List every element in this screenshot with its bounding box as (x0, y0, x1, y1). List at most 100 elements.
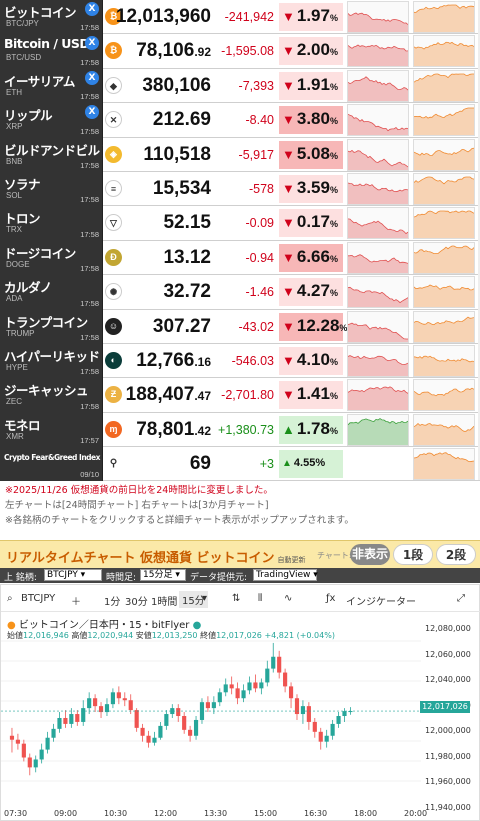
chart-3m[interactable] (413, 69, 475, 102)
x-share-icon[interactable]: X (85, 2, 99, 16)
chart-24h[interactable] (347, 69, 409, 102)
candle (39, 749, 44, 760)
x-share-icon[interactable]: X (85, 105, 99, 120)
chart-controls: 上 銘柄: BTCJPY ▾ 時間足: 15分足 ▾ データ提供元: Tradi… (0, 568, 480, 583)
coin-name-cell[interactable]: ソラナ SOL 17:58 (0, 171, 103, 207)
solana-icon: ≡ (105, 179, 122, 197)
search-icon[interactable]: ⌕ (7, 593, 13, 604)
add-icon[interactable]: ＋ (71, 593, 81, 608)
chart-3m[interactable] (413, 138, 475, 171)
interval-30m[interactable]: 30分 (125, 593, 148, 608)
indicators-button[interactable]: インジケーター (346, 593, 416, 608)
candle (288, 686, 294, 699)
y-tick-label: 12,060,000 (425, 649, 471, 659)
chart-3m[interactable] (413, 379, 475, 412)
coin-name-cell[interactable]: Bitcoin / USD X BTC/USD 17:58 (0, 34, 103, 69)
x-share-icon[interactable]: X (85, 70, 99, 85)
update-time: 17:58 (80, 367, 99, 377)
chart-3m[interactable] (413, 241, 475, 274)
coin-name-cell[interactable]: イーサリアム X ETH 17:58 (0, 68, 103, 104)
price: 380,106 (142, 74, 211, 96)
price: 12,766.16 (136, 349, 211, 371)
candle (182, 716, 187, 730)
price: 212.69 (152, 109, 211, 131)
chart-3m[interactable] (413, 172, 475, 205)
chart-3m[interactable] (413, 104, 475, 137)
indicators-icon[interactable]: ƒx (326, 593, 335, 604)
chart-3m[interactable] (413, 1, 475, 33)
price: 15,534 (152, 177, 211, 199)
update-time: 17:58 (80, 92, 99, 102)
chart-24h[interactable] (347, 35, 409, 68)
provider-select[interactable]: TradingView ▾ (253, 569, 318, 581)
coin-name-cell[interactable]: ドージコイン DOGE 17:58 (0, 240, 103, 276)
chart-3m[interactable] (413, 276, 475, 309)
down-arrow-icon: ▼ (282, 318, 295, 334)
toolbar-symbol[interactable]: BTCJPY (21, 593, 55, 604)
chart-3m[interactable] (413, 35, 475, 68)
coin-name-cell[interactable]: リップル X XRP 17:58 (0, 103, 103, 138)
chart-24h[interactable] (347, 1, 409, 33)
coin-name-cell[interactable]: ジーキャッシュ ZEC 17:58 (0, 378, 103, 413)
gauge-icon: ⚲ (109, 458, 118, 470)
y-tick-label: 12,000,000 (425, 726, 471, 735)
chart-24h[interactable] (347, 138, 409, 171)
chart-3m[interactable] (413, 310, 475, 343)
rate-row: カルダノ ADA 17:58 ✺ 32.72 -1.46 ▼ 4.27% (0, 275, 480, 310)
two-row-button[interactable]: 2段 (436, 544, 476, 565)
symbol-select[interactable]: BTCJPY ▾ (44, 569, 102, 581)
coin-ticker: TRX (6, 225, 22, 235)
fullscreen-icon[interactable]: ⤢ (457, 593, 465, 604)
coin-name-cell[interactable]: ハイパーリキッド HYPE 17:58 (0, 343, 103, 379)
hide-button[interactable]: 非表示 (350, 544, 390, 565)
chart-24h[interactable] (347, 104, 409, 137)
candle-icon[interactable]: ⫴ (258, 593, 262, 604)
x-share-icon[interactable]: X (85, 36, 99, 51)
chart-24h[interactable] (347, 379, 409, 412)
candle (69, 714, 74, 724)
coin-name-cell[interactable]: モネロ XMR 17:57 (0, 412, 103, 448)
change: -1.46 (245, 285, 275, 300)
chart-3m[interactable] (413, 413, 475, 446)
chart-24h[interactable] (347, 344, 409, 377)
interval-1h[interactable]: 1時間 (151, 593, 177, 608)
coin-name-cell[interactable]: トランプコイン TRUMP 17:58 (0, 309, 103, 344)
coin-name-cell[interactable]: ビルドアンドビルド BNB 17:58 (0, 137, 112, 172)
y-tick-label: 11,940,000 (425, 802, 471, 812)
candle (259, 682, 264, 689)
change: -8.40 (245, 113, 275, 128)
chart-3m[interactable] (413, 448, 475, 481)
coin-name-cell[interactable]: トロン TRX 17:58 (0, 206, 103, 241)
change-percent: ▼ 5.08% (279, 140, 343, 169)
candlestick-chart[interactable] (1, 637, 421, 797)
compare-icon[interactable]: ∿ (284, 593, 292, 604)
page: { "rates": [ {"name":"ビットコイン","ticker":"… (0, 0, 480, 821)
dropdown-icon[interactable]: ▾ (202, 593, 207, 604)
update-time: 17:58 (80, 401, 99, 411)
period-select[interactable]: 15分足 ▾ (140, 569, 186, 581)
price: 32.72 (163, 281, 211, 303)
coin-name-cell[interactable]: ビットコイン X BTC/JPY 17:58 (0, 0, 103, 35)
change-percent: ▼ 3.59% (279, 174, 343, 203)
one-row-button[interactable]: 1段 (393, 544, 433, 565)
candle (176, 708, 181, 717)
candle (146, 735, 151, 743)
chart-24h[interactable] (347, 241, 409, 274)
chart-3m[interactable] (413, 344, 475, 377)
x-axis: 07:30 09:00 10:30 12:00 13:30 15:00 16:30 18:00… (1, 807, 427, 821)
chart-24h[interactable] (347, 276, 409, 309)
change-percent: ▼ 1.91% (279, 71, 343, 100)
price: 12,013,960 (115, 6, 211, 27)
chart-24h[interactable] (347, 413, 409, 446)
fear-greed-cell[interactable]: Crypto Fear&Greed Index 09/10 (0, 447, 103, 482)
last-price-tag: 12,017,026 (420, 701, 470, 713)
coin-name-cell[interactable]: カルダノ ADA 17:58 (0, 275, 103, 310)
candle (342, 711, 347, 717)
chart-3m[interactable] (413, 207, 475, 240)
bar-style-icon[interactable]: ⇅ (232, 593, 240, 604)
up-arrow-icon: ▲ (282, 458, 292, 470)
interval-1m[interactable]: 1分 (104, 593, 120, 608)
chart-24h[interactable] (347, 310, 409, 343)
chart-24h[interactable] (347, 172, 409, 205)
chart-24h[interactable] (347, 207, 409, 240)
